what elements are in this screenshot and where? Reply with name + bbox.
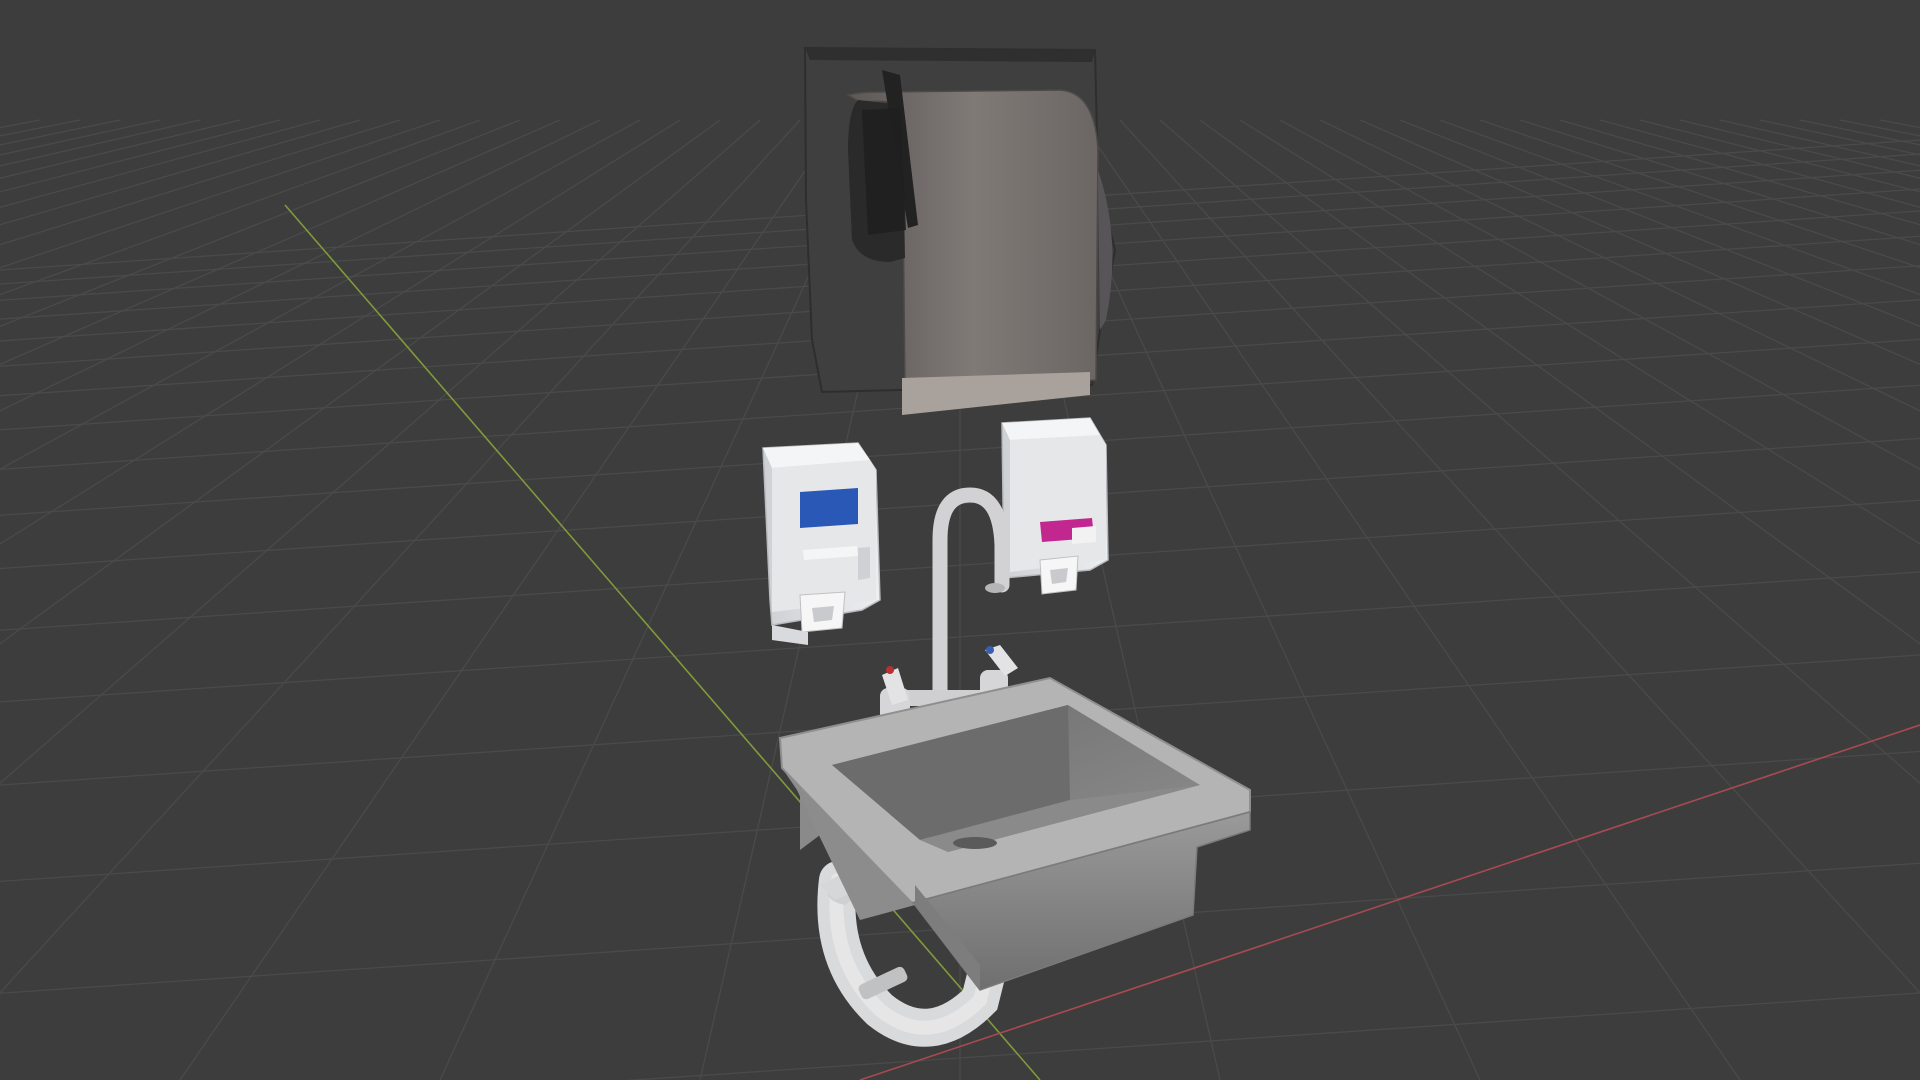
grid-line: [0, 119, 801, 994]
grid-line: [1159, 119, 1920, 785]
grid-line: [0, 119, 321, 208]
grid-line: [0, 119, 201, 167]
soap-dispenser-magenta-icon[interactable]: [1001, 417, 1109, 595]
grid-line: [1719, 119, 1920, 167]
grid-line: [0, 119, 241, 179]
grid-line: [1079, 119, 1741, 1080]
soap-dispenser-blue-icon[interactable]: [762, 442, 881, 645]
3d-viewport[interactable]: [0, 0, 1920, 1080]
grid-line: [0, 119, 441, 269]
grid-line: [0, 119, 361, 226]
grid-line: [1759, 119, 1920, 156]
grid-line: [0, 119, 281, 193]
grid-line: [0, 119, 681, 545]
grid-line: [0, 119, 761, 785]
grid-line: [179, 119, 841, 1080]
paper-towel-dispenser-icon[interactable]: [803, 46, 1117, 415]
grid-line: [0, 119, 41, 129]
grid-line: [1279, 119, 1920, 470]
grid-line: [0, 119, 481, 296]
grid-line: [1399, 119, 1920, 327]
grid-line: [1599, 119, 1920, 208]
grid-line: [1239, 119, 1920, 545]
grid-line: [1639, 119, 1920, 193]
grid-line: [1679, 119, 1920, 179]
grid-line: [1559, 119, 1920, 226]
grid-line: [1479, 119, 1920, 269]
viewport-canvas[interactable]: [0, 0, 1920, 1080]
grid-line: [1879, 119, 1920, 129]
